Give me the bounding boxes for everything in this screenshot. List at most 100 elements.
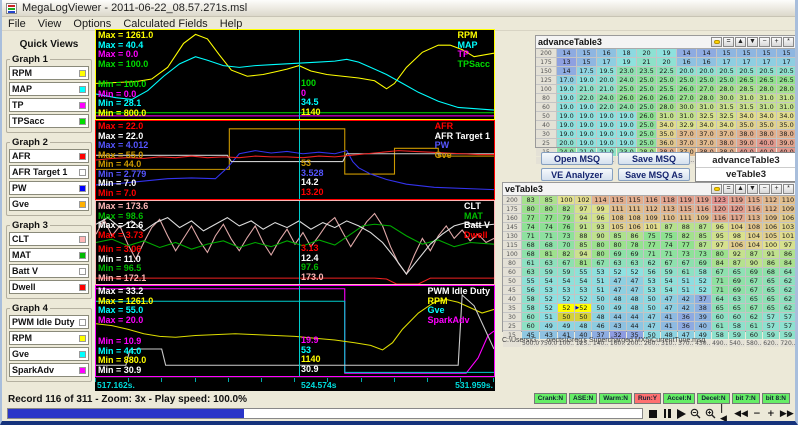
table-cell[interactable]: 52 ▶ xyxy=(575,304,592,312)
table-list-item-vetable3[interactable]: veTable3 xyxy=(696,167,795,181)
table-cell[interactable]: 116 xyxy=(694,205,711,213)
table-cell[interactable]: 35.0 xyxy=(777,121,795,129)
table-cell[interactable]: 15 xyxy=(737,49,756,57)
table-cell[interactable]: 114 xyxy=(592,196,609,204)
table-cell[interactable]: 13 xyxy=(557,58,576,66)
table-cell[interactable]: 53 xyxy=(643,277,660,285)
table-cell[interactable]: 47 xyxy=(643,322,660,330)
table-cell[interactable]: 60 xyxy=(711,313,728,321)
play-button[interactable] xyxy=(676,408,686,420)
table-cell[interactable]: 26.0 xyxy=(637,94,656,102)
table-cell[interactable]: 48 xyxy=(626,304,643,312)
table-cell[interactable]: 44 xyxy=(626,313,643,321)
table-cell[interactable]: 14 xyxy=(677,49,696,57)
table-cell[interactable]: 28.0 xyxy=(717,85,736,93)
plus-button[interactable]: + xyxy=(771,37,782,47)
table-cell[interactable]: 19.0 xyxy=(577,112,596,120)
table-cell[interactable]: 109 xyxy=(779,205,795,213)
table-cell[interactable]: 67 xyxy=(592,259,609,267)
table-cell[interactable]: 64 xyxy=(779,268,795,276)
pause-button[interactable] xyxy=(662,408,672,420)
table-cell[interactable]: 106 xyxy=(728,241,745,249)
table-cell[interactable]: 71 xyxy=(522,232,540,240)
table-cell[interactable]: 65 xyxy=(745,295,762,303)
table-cell[interactable]: 31.5 xyxy=(717,103,736,111)
table-cell[interactable]: 69 xyxy=(609,250,626,258)
table-cell[interactable]: 77 xyxy=(540,214,558,222)
table-cell[interactable]: 37.0 xyxy=(677,139,696,147)
table-cell[interactable]: 84 xyxy=(779,259,795,267)
table-cell[interactable]: 32.5 xyxy=(697,112,716,120)
table-cell[interactable]: 21.0 xyxy=(597,85,616,93)
table-cell[interactable]: 65 xyxy=(728,304,745,312)
table-cell[interactable]: 63 xyxy=(540,259,558,267)
table-cell[interactable]: 64 xyxy=(711,295,728,303)
table-cell[interactable]: 120 xyxy=(728,205,745,213)
table-cell[interactable]: 109 xyxy=(762,214,779,222)
table-cell[interactable]: 77 xyxy=(522,214,540,222)
table-cell[interactable]: 112 xyxy=(762,196,779,204)
table-cell[interactable]: 60 xyxy=(745,331,762,339)
table-cell[interactable]: 65 xyxy=(762,286,779,294)
table-cell[interactable]: 52 xyxy=(575,295,592,303)
table-cell[interactable]: 24.0 xyxy=(617,76,636,84)
table-cell[interactable]: 55 xyxy=(575,268,592,276)
table-cell[interactable]: 104 xyxy=(745,241,762,249)
table-cell[interactable]: 97 xyxy=(779,241,795,249)
table-cell[interactable]: 92 xyxy=(728,250,745,258)
table-cell[interactable]: 56 xyxy=(643,268,660,276)
table-cell[interactable]: 81 xyxy=(575,259,592,267)
table-cell[interactable]: 80 xyxy=(592,241,609,249)
table-cell[interactable]: 31.0 xyxy=(757,94,776,102)
table-cell[interactable]: 65 xyxy=(762,304,779,312)
table-cell[interactable]: 25.0 xyxy=(637,85,656,93)
table-cell[interactable]: 15 xyxy=(777,49,795,57)
table-cell[interactable]: 50 xyxy=(643,295,660,303)
table-cell[interactable]: 85 xyxy=(694,232,711,240)
table-cell[interactable]: 26.5 xyxy=(777,76,795,84)
table-cell[interactable]: 40.0 xyxy=(757,139,776,147)
table-cell[interactable]: 53 xyxy=(540,286,558,294)
table-cell[interactable]: 78 xyxy=(626,241,643,249)
table-cell[interactable]: 50 xyxy=(575,313,592,321)
sidebar-item-tp-g1[interactable]: TP xyxy=(9,98,89,112)
table-cell[interactable]: 71 xyxy=(711,286,728,294)
table-cell[interactable]: 80 xyxy=(540,205,558,213)
table-cell[interactable]: 21 xyxy=(637,58,656,66)
table-cell[interactable]: 20.0 xyxy=(677,67,696,75)
table-cell[interactable]: 54 xyxy=(660,277,677,285)
table-cell[interactable]: 95 xyxy=(711,232,728,240)
table-cell[interactable]: 25.0 xyxy=(637,139,656,147)
table-cell[interactable]: 28.0 xyxy=(777,85,795,93)
table-cell[interactable]: 44 xyxy=(626,322,643,330)
table-cell[interactable]: 24.0 xyxy=(617,103,636,111)
table-cell[interactable]: 19.0 xyxy=(597,112,616,120)
decrease-button[interactable]: ▼ xyxy=(747,184,758,194)
table-cell[interactable]: 25.0 xyxy=(657,76,676,84)
table-cell[interactable]: 58 xyxy=(694,268,711,276)
table-cell[interactable]: 86 xyxy=(626,232,643,240)
table-cell[interactable]: 31.0 xyxy=(757,103,776,111)
table-cell[interactable]: 113 xyxy=(745,214,762,222)
graph-2-cursor-line[interactable] xyxy=(298,121,300,199)
sidebar-item-gve-g2[interactable]: Gve xyxy=(9,197,89,211)
sidebar-item-gve-g4[interactable]: Gve xyxy=(9,347,89,361)
table-cell[interactable]: 85 xyxy=(540,196,558,204)
table-cell[interactable]: 93 xyxy=(592,223,609,231)
table-cell[interactable]: 17 xyxy=(597,58,616,66)
table-cell[interactable]: 32.9 xyxy=(677,121,696,129)
table-cell[interactable]: 87 xyxy=(745,250,762,258)
table-cell[interactable]: 19 xyxy=(657,49,676,57)
table-cell[interactable]: 19 xyxy=(617,58,636,66)
table-cell[interactable]: 20.0 xyxy=(597,76,616,84)
table-cell[interactable]: 104 xyxy=(745,232,762,240)
sidebar-item-pw-g2[interactable]: PW xyxy=(9,181,89,195)
table-cell[interactable]: 20.5 xyxy=(757,67,776,75)
graph-1-plot[interactable]: Max = 1261.0 Max = 40.4 Max = 0.0 Max = 100… xyxy=(95,29,495,120)
table-cell[interactable]: 17 xyxy=(717,58,736,66)
table-cell[interactable]: 69 xyxy=(694,259,711,267)
table-cell[interactable]: 63 xyxy=(728,295,745,303)
table-cell[interactable]: 87 xyxy=(694,241,711,249)
table-cell[interactable]: 58 xyxy=(522,295,540,303)
table-cell[interactable]: 108 xyxy=(745,223,762,231)
